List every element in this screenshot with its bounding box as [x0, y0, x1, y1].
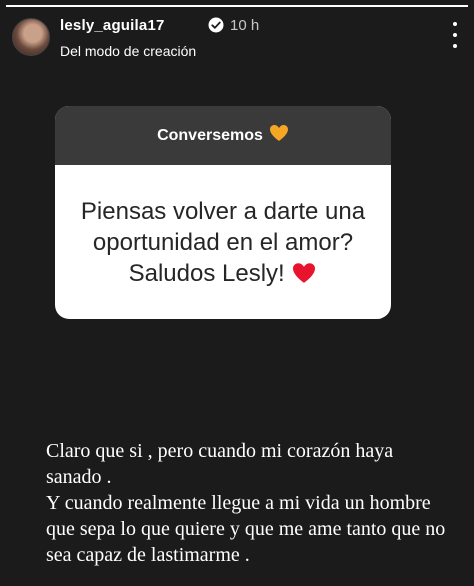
reply-paragraph: Claro que si , pero cuando mi corazón ha… [46, 440, 394, 488]
avatar[interactable] [12, 18, 50, 56]
orange-heart-icon [269, 124, 289, 147]
story-source-label: Del modo de creación [60, 43, 197, 59]
question-text: Piensas volver a darte una oportunidad e… [73, 196, 373, 289]
username[interactable]: lesly_aguila17 [60, 17, 165, 34]
reply-paragraph: Y cuando realmente llegue a mi vida un h… [46, 492, 446, 566]
story-reply-text: Claro que si , pero cuando mi corazón ha… [46, 438, 446, 568]
more-options-icon[interactable] [450, 22, 460, 48]
story-progress-bar [6, 5, 468, 7]
story-header: lesly_aguila17 10 h Del modo de creación [12, 14, 462, 62]
story-progress-fill [6, 5, 468, 7]
red-heart-icon [291, 260, 317, 287]
post-time: 10 h [230, 17, 260, 34]
question-sticker-header: Conversemos [55, 106, 391, 165]
question-sticker-title: Conversemos [157, 126, 263, 144]
question-sticker: Conversemos Piensas volver a darte una o… [55, 106, 391, 319]
verified-badge-icon [208, 17, 224, 33]
question-sticker-body: Piensas volver a darte una oportunidad e… [55, 165, 391, 319]
question-text-content: Piensas volver a darte una oportunidad e… [80, 197, 366, 287]
